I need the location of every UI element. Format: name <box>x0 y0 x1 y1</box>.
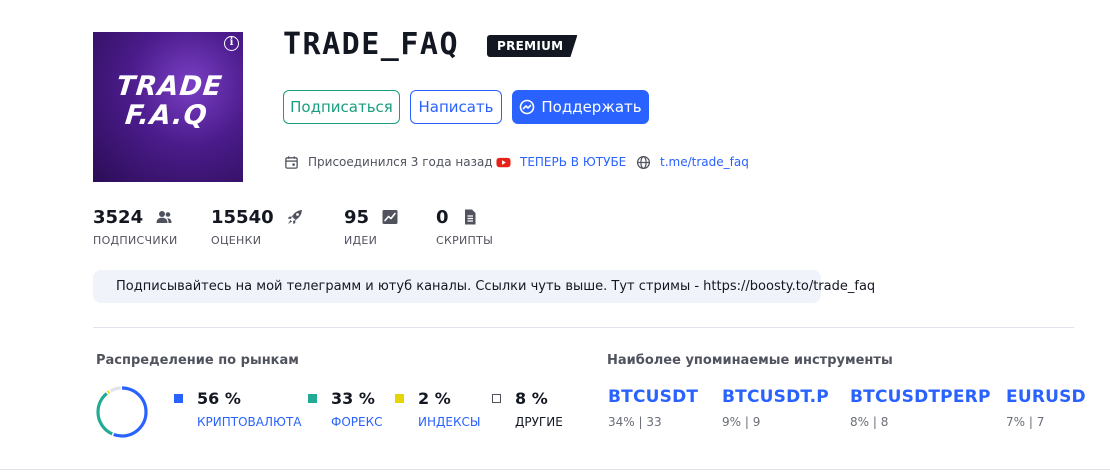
scripts-count: 0 <box>436 206 449 228</box>
avatar-logo-line2: F.A.Q <box>123 100 210 131</box>
market-forex-name[interactable]: ФОРЕКС <box>331 415 383 429</box>
scripts-label: СКРИПТЫ <box>436 234 494 247</box>
support-button-label: Поддержать <box>541 98 642 116</box>
support-button[interactable]: Поддержать <box>512 90 649 124</box>
instrument-symbol[interactable]: BTCUSDT.P <box>722 387 829 407</box>
instrument-stats: 7% | 7 <box>1006 415 1045 429</box>
markets-title: Распределение по рынкам <box>96 353 299 368</box>
followers-count: 3524 <box>93 206 144 228</box>
youtube-link-text: ТЕПЕРЬ В ЮТУБЕ <box>520 155 627 169</box>
market-forex-pct: 33 % <box>331 389 375 408</box>
instrument-symbol[interactable]: EURUSD <box>1006 387 1086 407</box>
legend-swatch-crypto <box>174 394 183 403</box>
globe-icon <box>636 155 651 169</box>
telegram-link[interactable]: t.me/trade_faq <box>636 154 749 170</box>
market-crypto: 56 % КРИПТОВАЛЮТА <box>174 389 302 429</box>
youtube-icon <box>496 157 511 167</box>
market-crypto-name[interactable]: КРИПТОВАЛЮТА <box>197 415 302 429</box>
message-button[interactable]: Написать <box>410 90 502 124</box>
section-divider <box>93 327 1074 328</box>
rocket-icon <box>287 210 302 225</box>
market-indices-name[interactable]: ИНДЕКСЫ <box>418 415 480 429</box>
scripts-stat[interactable]: 0 СКРИПТЫ <box>436 206 494 248</box>
instrument-item[interactable]: BTCUSDT 34% | 33 <box>608 387 698 429</box>
likes-count: 15540 <box>211 206 274 228</box>
document-icon <box>464 209 476 225</box>
chart-icon <box>382 210 398 224</box>
likes-label: ОЦЕНКИ <box>211 234 262 247</box>
users-icon <box>156 211 172 223</box>
market-other-pct: 8 % <box>515 389 548 408</box>
avatar-logo-line1: TRADE <box>114 71 225 102</box>
market-other: 8 % ДРУГИЕ <box>492 389 563 429</box>
instrument-symbol[interactable]: BTCUSDT <box>608 387 698 407</box>
instrument-item[interactable]: BTCUSDT.P 9% | 9 <box>722 387 829 429</box>
subscribe-button[interactable]: Подписаться <box>283 90 400 124</box>
avatar-logo: TRADE F.A.Q <box>93 71 243 131</box>
telegram-link-text: t.me/trade_faq <box>660 155 749 169</box>
market-forex: 33 % ФОРЕКС <box>308 389 383 429</box>
instrument-stats: 8% | 8 <box>850 415 889 429</box>
premium-badge: PREMIUM <box>487 35 577 57</box>
legend-swatch-other <box>492 394 501 403</box>
legend-swatch-indices <box>395 394 404 403</box>
instrument-stats: 34% | 33 <box>608 415 662 429</box>
market-crypto-pct: 56 % <box>197 389 241 408</box>
ideas-count: 95 <box>344 206 370 228</box>
info-icon[interactable]: i <box>224 36 239 51</box>
instrument-stats: 9% | 9 <box>722 415 761 429</box>
instrument-symbol[interactable]: BTCUSDTPERP <box>850 387 991 407</box>
ideas-label: ИДЕИ <box>344 234 378 247</box>
joined-info: Присоединился 3 года назад <box>284 154 493 170</box>
markets-donut-chart <box>96 386 148 438</box>
legend-swatch-forex <box>308 394 317 403</box>
likes-stat: 15540 ОЦЕНКИ <box>211 206 304 247</box>
market-other-name: ДРУГИЕ <box>515 415 563 429</box>
market-indices: 2 % ИНДЕКСЫ <box>395 389 480 429</box>
calendar-icon <box>285 155 298 169</box>
support-icon <box>520 99 535 115</box>
followers-label: ПОДПИСЧИКИ <box>93 234 178 247</box>
ideas-stat[interactable]: 95 ИДЕИ <box>344 206 399 247</box>
instruments-title: Наиболее упоминаемые инструменты <box>607 353 893 368</box>
followers-stat[interactable]: 3524 ПОДПИСЧИКИ <box>93 206 178 248</box>
profile-description: Подписывайтесь на мой телеграмм и ютуб к… <box>93 270 875 303</box>
market-indices-pct: 2 % <box>418 389 451 408</box>
joined-text: Присоединился 3 года назад <box>308 155 493 169</box>
instrument-item[interactable]: EURUSD 7% | 7 <box>1006 387 1086 429</box>
instrument-item[interactable]: BTCUSDTPERP 8% | 8 <box>850 387 991 429</box>
page-bottom-border <box>0 469 1110 470</box>
youtube-link[interactable]: ТЕПЕРЬ В ЮТУБЕ <box>496 154 626 170</box>
profile-name: TRADE_FAQ <box>283 27 460 62</box>
profile-avatar: TRADE F.A.Q i <box>93 32 243 182</box>
